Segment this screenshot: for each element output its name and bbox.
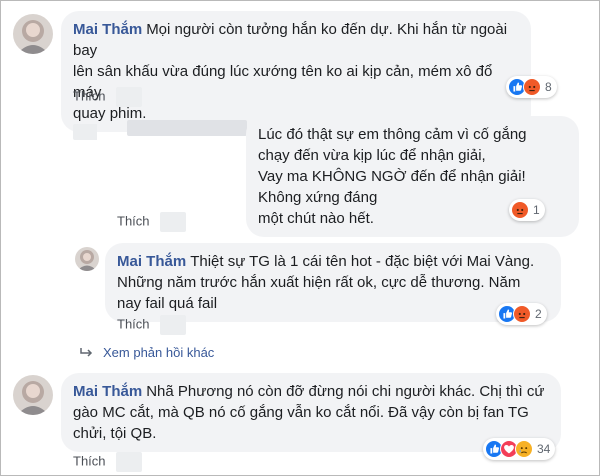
reaction-summary[interactable]: 2 — [496, 303, 547, 325]
reaction-summary[interactable]: 1 — [509, 199, 545, 221]
like-button[interactable]: Thích — [117, 213, 150, 228]
comment-bubble: Mai Thắm Thiệt sự TG là 1 cái tên hot - đ… — [105, 243, 561, 322]
angry-icon — [513, 305, 531, 323]
avatar[interactable] — [75, 247, 99, 271]
like-button[interactable]: Thích — [117, 316, 150, 331]
avatar[interactable] — [73, 123, 97, 147]
comment-author[interactable]: Mai Thắm — [117, 253, 186, 270]
author-name-blurred — [127, 120, 247, 136]
comment-actions: Thích — [73, 87, 142, 107]
reaction-count: 34 — [537, 442, 551, 456]
reaction-summary[interactable]: 8 — [506, 76, 557, 98]
comment-text: Lúc đó thật sự em thông cảm vì cố gắng c… — [258, 126, 527, 227]
reply-arrow-icon — [80, 347, 93, 357]
angry-icon — [523, 78, 541, 96]
like-button[interactable]: Thích — [73, 88, 106, 103]
timestamp-blurred — [115, 452, 142, 472]
comment-bubble: Mai Thắm Mọi người còn tưởng hắn ko đến d… — [61, 11, 531, 132]
comment-author[interactable]: Mai Thắm — [73, 383, 142, 400]
comment-author[interactable]: Mai Thắm — [73, 21, 142, 38]
reaction-count: 8 — [545, 80, 552, 94]
angry-icon — [511, 201, 529, 219]
comment-actions: Thích — [117, 212, 186, 232]
sad-icon — [515, 440, 533, 458]
comment-actions: Thích — [117, 315, 186, 335]
comment-thread: Mai Thắm Mọi người còn tưởng hắn ko đến d… — [0, 0, 600, 476]
timestamp-blurred — [115, 87, 142, 107]
comment-text: Nhã Phương nó còn đỡ đừng nói chi người … — [73, 383, 545, 442]
comment-actions: Thích — [73, 452, 142, 472]
avatar[interactable] — [13, 375, 53, 415]
avatar[interactable] — [13, 14, 53, 54]
reaction-count: 2 — [535, 307, 542, 321]
more-replies-label[interactable]: Xem phản hồi khác — [103, 345, 214, 360]
timestamp-blurred — [159, 315, 186, 335]
timestamp-blurred — [159, 212, 186, 232]
reaction-count: 1 — [533, 203, 540, 217]
like-button[interactable]: Thích — [73, 453, 106, 468]
more-replies-link[interactable]: Xem phản hồi khác — [79, 345, 214, 360]
reaction-summary[interactable]: 34 — [483, 438, 556, 460]
